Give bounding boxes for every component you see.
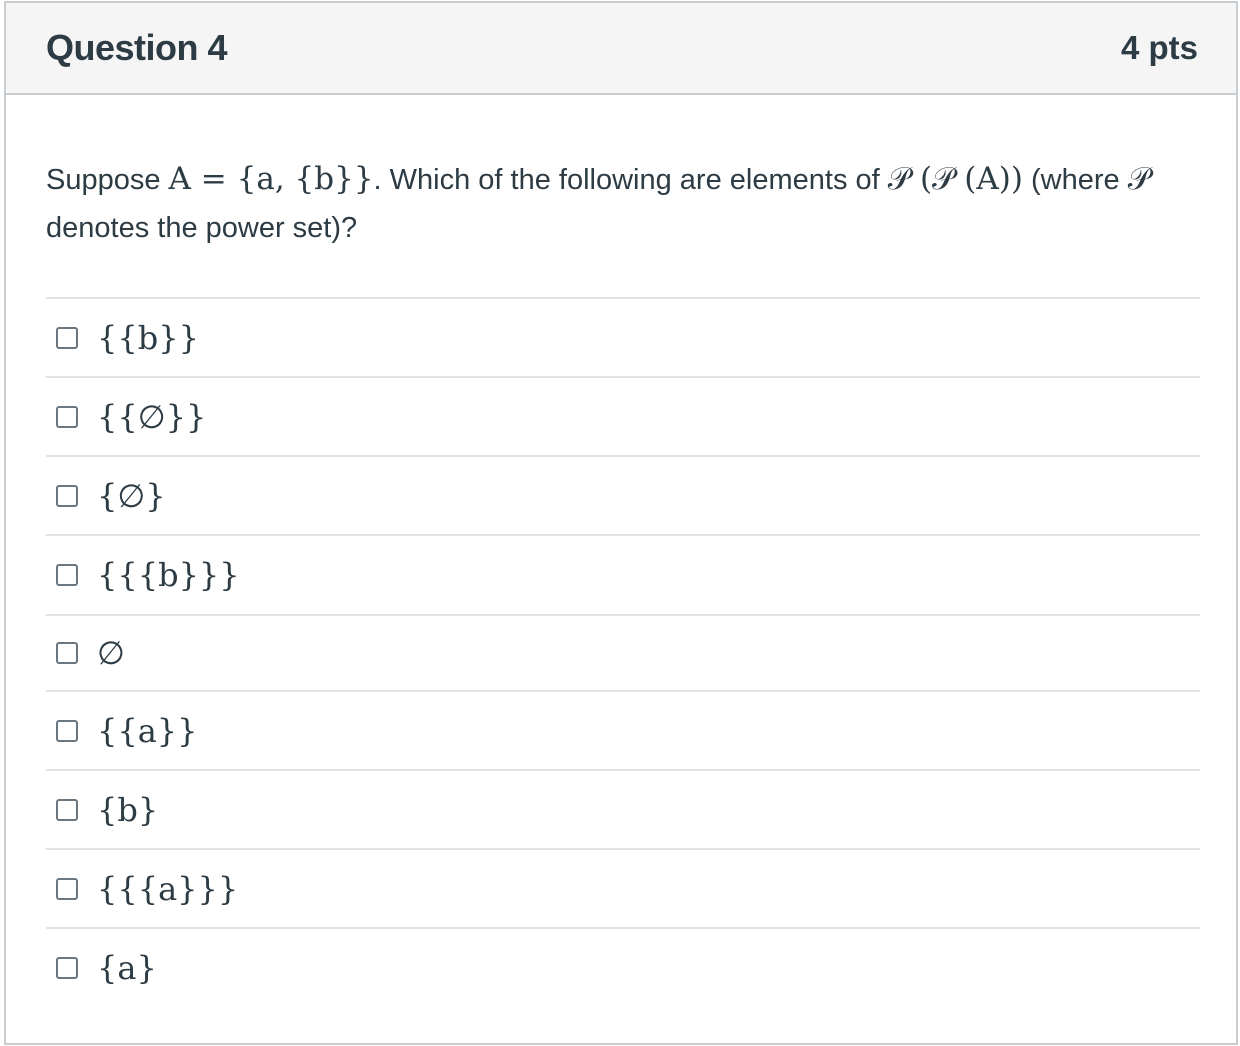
- question-card: Question 4 4 pts Suppose A = {a, {b}}. W…: [4, 1, 1238, 1045]
- answer-list: {{b}} {{∅}} {∅} {{{b}}} ∅ {{a}} {b} {{{a…: [46, 297, 1200, 1007]
- answer-label: {{∅}}: [97, 397, 207, 436]
- question-points: 4 pts: [1120, 29, 1198, 66]
- answer-label: ∅: [97, 634, 125, 672]
- answer-option[interactable]: {b}: [46, 771, 1200, 850]
- checkbox[interactable]: [56, 326, 78, 349]
- answer-label: {{{a}}}: [97, 869, 239, 908]
- answer-option[interactable]: ∅: [46, 616, 1200, 692]
- answer-option[interactable]: {{{b}}}: [46, 536, 1200, 616]
- answer-label: {{a}}: [97, 711, 198, 750]
- answer-option[interactable]: {a}: [46, 929, 1200, 1007]
- answer-option[interactable]: {{∅}}: [46, 378, 1200, 457]
- answer-label: {b}: [97, 790, 159, 829]
- question-text: Suppose A = {a, {b}}. Which of the follo…: [46, 155, 1156, 252]
- answer-option[interactable]: {∅}: [46, 457, 1200, 536]
- checkbox[interactable]: [56, 642, 78, 664]
- checkbox[interactable]: [56, 484, 78, 507]
- answer-option[interactable]: {{b}}: [46, 299, 1200, 378]
- question-title: Question 4: [46, 27, 228, 68]
- math-power-set-symbol: 𝒫: [1127, 161, 1151, 197]
- question-text-part: Suppose: [46, 164, 169, 196]
- question-text-part: . Which of the following are elements of: [373, 164, 888, 196]
- question-text-part: (where: [1022, 164, 1128, 196]
- answer-option[interactable]: {{a}}: [46, 692, 1200, 771]
- question-header: Question 4 4 pts: [6, 3, 1236, 95]
- answer-option[interactable]: {{{a}}}: [46, 850, 1200, 929]
- checkbox[interactable]: [56, 719, 78, 742]
- answer-label: {a}: [97, 949, 157, 987]
- math-power-set-expression: 𝒫 (𝒫 (A)): [887, 161, 1023, 197]
- checkbox[interactable]: [56, 405, 78, 428]
- answer-label: {∅}: [97, 476, 166, 515]
- checkbox[interactable]: [56, 798, 78, 821]
- answer-label: {{{b}}}: [97, 556, 240, 594]
- answer-label: {{b}}: [97, 318, 199, 357]
- question-text-part: denotes the power set)?: [46, 212, 358, 244]
- checkbox[interactable]: [56, 877, 78, 900]
- checkbox[interactable]: [56, 957, 78, 979]
- checkbox[interactable]: [56, 564, 78, 586]
- math-set-definition: A = {a, {b}}: [168, 161, 374, 197]
